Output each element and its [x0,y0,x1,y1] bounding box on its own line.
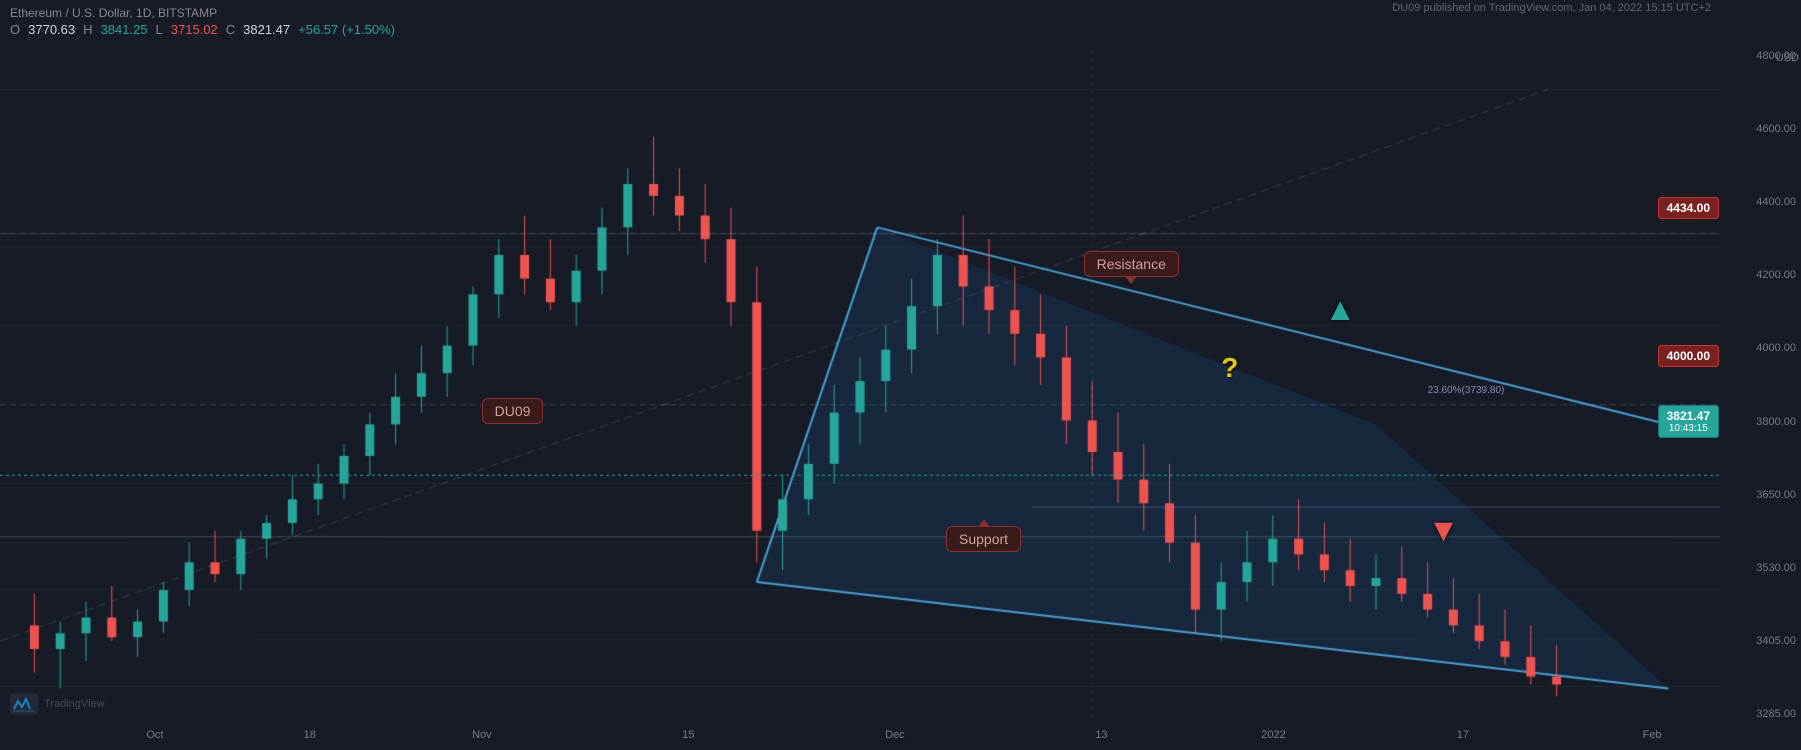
open-label: O [10,22,20,37]
price-badge-4000: 4000.00 [1658,345,1719,367]
green-up-arrow: ▲ [1324,291,1356,328]
time-13: 13 [1095,729,1107,741]
question-mark: ? [1221,352,1238,384]
current-price-time: 10:43:15 [1667,423,1710,434]
chart-header: Ethereum / U.S. Dollar, 1D, BITSTAMP O 3… [0,0,1801,43]
price-level-4600: 4600.00 [1756,123,1796,135]
du09-label: DU09 [482,398,544,424]
price-level-3530: 3530.00 [1756,562,1796,574]
price-level-4000: 4000.00 [1756,342,1796,354]
red-down-arrow: ▼ [1428,512,1460,549]
high-value: 3841.25 [101,22,148,37]
resistance-label: Resistance [1084,251,1179,277]
fib-label: 23.60%(3739.80) [1428,385,1505,396]
close-value: 3821.47 [243,22,290,37]
change-value: +56.57 (+1.50%) [298,22,395,37]
time-axis: Oct 18 Nov 15 Dec 13 2022 17 Feb [0,720,1721,750]
time-nov: Nov [472,729,492,741]
price-chart [0,0,1720,750]
time-2022: 2022 [1261,729,1285,741]
symbol-title: Ethereum / U.S. Dollar, 1D, BITSTAMP [10,6,1791,20]
low-value: 3715.02 [171,22,218,37]
time-15: 15 [682,729,694,741]
price-level-4200: 4200.00 [1756,269,1796,281]
price-level-3405: 3405.00 [1756,635,1796,647]
time-feb: Feb [1643,729,1662,741]
price-level-3650: 3650.00 [1756,489,1796,501]
time-dec: Dec [885,729,905,741]
support-label: Support [946,526,1021,552]
open-value: 3770.63 [28,22,75,37]
price-level-3800: 3800.00 [1756,416,1796,428]
price-level-4800: 4800.00 [1756,50,1796,62]
time-18: 18 [304,729,316,741]
time-oct: Oct [146,729,163,741]
time-17: 17 [1457,729,1469,741]
price-badge-4434: 4434.00 [1658,197,1719,219]
tradingview-logo [10,693,38,715]
tradingview-watermark: TradingView [10,693,105,715]
price-axis: 4800.00 4600.00 4400.00 4200.00 4000.00 … [1721,50,1801,720]
high-label: H [83,22,92,37]
price-badge-current: 3821.47 10:43:15 [1658,405,1719,438]
tradingview-text: TradingView [44,698,105,710]
chart-container: DU09 published on TradingView.com, Jan 0… [0,0,1801,750]
price-level-3285: 3285.00 [1756,708,1796,720]
ohlc-bar: O 3770.63 H 3841.25 L 3715.02 C 3821.47 … [10,22,1791,37]
low-label: L [156,22,163,37]
current-price-value: 3821.47 [1667,409,1710,423]
price-level-4400: 4400.00 [1756,196,1796,208]
close-label: C [226,22,235,37]
